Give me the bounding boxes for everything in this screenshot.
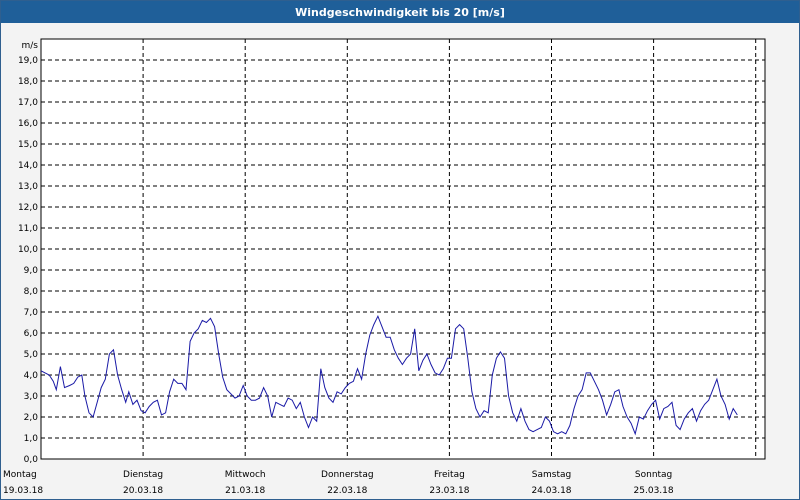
x-day-label: Montag [3,470,37,480]
chart-window: Windgeschwindigkeit bis 20 [m/s] 0,0 1,0 2… [0,0,800,500]
y-tick-label: 15,0 [18,140,38,150]
x-date-label: 22.03.18 [327,486,367,496]
x-axis-day-labels: Montag 19.03.18 Dienstag 20.03.18 Mittwoch 21… [3,470,674,496]
y-tick-label: 10,0 [18,245,38,255]
y-axis-tick-labels: 0,0 1,0 2,0 3,0 4,0 5,0 6,0 7,0 8,0 9,0 10,0 11,0 12… [18,56,38,465]
y-tick-label: 8,0 [24,287,39,297]
y-tick-label: 2,0 [24,413,39,423]
x-date-label: 24.03.18 [531,486,571,496]
y-tick-label: 4,0 [24,371,39,381]
x-day-label: Dienstag [123,470,163,480]
y-tick-label: 14,0 [18,161,38,171]
y-tick-label: 18,0 [18,77,38,87]
y-tick-label: 9,0 [24,266,39,276]
y-tick-label: 3,0 [24,392,39,402]
y-axis-unit-label: m/s [22,41,39,51]
x-day-label: Sonntag [635,470,672,480]
y-tick-label: 12,0 [18,203,38,213]
y-tick-label: 16,0 [18,119,38,129]
x-day-label: Donnerstag [321,470,374,480]
y-tick-label: 17,0 [18,98,38,108]
y-tick-label: 7,0 [24,308,39,318]
y-tick-label: 1,0 [24,434,39,444]
x-day-label: Freitag [434,470,465,480]
x-day-label: Samstag [532,470,571,480]
y-tick-label: 11,0 [18,224,38,234]
x-day-label: Mittwoch [225,470,266,480]
x-date-label: 25.03.18 [634,486,674,496]
y-tick-label: 5,0 [24,350,39,360]
x-date-label: 20.03.18 [123,486,163,496]
y-tick-label: 19,0 [18,56,38,66]
x-date-label: 21.03.18 [225,486,265,496]
wind-speed-chart: 0,0 1,0 2,0 3,0 4,0 5,0 6,0 7,0 8,0 9,0 10,0 11,0 12… [3,38,766,496]
y-tick-label: 0,0 [24,455,39,465]
y-tick-label: 13,0 [18,182,38,192]
y-tick-label: 6,0 [24,329,39,339]
x-date-label: 23.03.18 [429,486,469,496]
x-date-label: 19.03.18 [3,486,43,496]
